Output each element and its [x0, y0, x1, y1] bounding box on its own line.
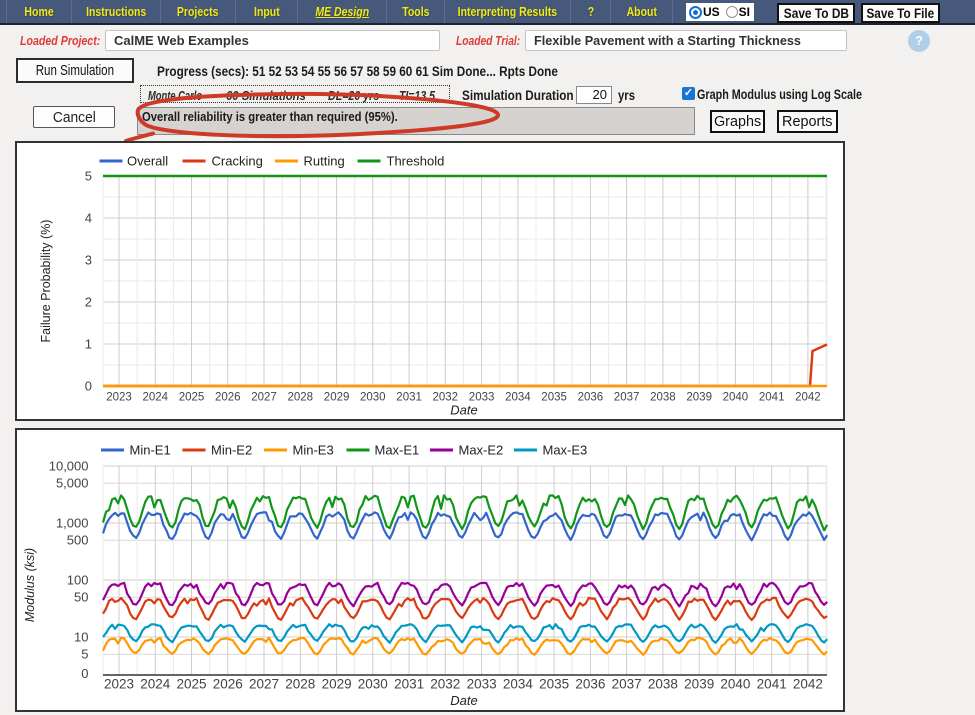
svg-text:2026: 2026: [213, 677, 243, 692]
svg-text:2023: 2023: [106, 392, 132, 404]
svg-text:Overall: Overall: [127, 154, 168, 169]
svg-text:2042: 2042: [795, 392, 821, 404]
svg-text:Min-E1: Min-E1: [130, 443, 171, 458]
svg-text:2039: 2039: [686, 392, 712, 404]
svg-text:Failure Probability (%): Failure Probability (%): [39, 220, 53, 343]
svg-text:3: 3: [85, 253, 92, 268]
svg-text:2030: 2030: [360, 392, 386, 404]
svg-text:2042: 2042: [793, 677, 823, 692]
svg-text:2041: 2041: [757, 677, 787, 692]
svg-text:1: 1: [85, 337, 92, 352]
svg-text:2037: 2037: [614, 392, 640, 404]
svg-text:Date: Date: [450, 403, 477, 418]
svg-text:2027: 2027: [249, 677, 279, 692]
svg-text:100: 100: [67, 573, 89, 588]
svg-text:2035: 2035: [541, 392, 567, 404]
svg-text:2038: 2038: [650, 392, 676, 404]
svg-text:2039: 2039: [684, 677, 714, 692]
svg-text:0: 0: [81, 666, 88, 681]
svg-text:10,000: 10,000: [49, 459, 89, 474]
svg-text:2032: 2032: [430, 677, 460, 692]
svg-text:Max-E3: Max-E3: [543, 443, 588, 458]
svg-text:2028: 2028: [288, 392, 314, 404]
svg-text:2033: 2033: [467, 677, 497, 692]
svg-text:Min-E2: Min-E2: [211, 443, 252, 458]
svg-text:Max-E1: Max-E1: [375, 443, 420, 458]
svg-text:2024: 2024: [143, 392, 169, 404]
svg-text:2036: 2036: [575, 677, 605, 692]
svg-text:2023: 2023: [104, 677, 134, 692]
svg-text:2037: 2037: [612, 677, 642, 692]
svg-text:4: 4: [85, 211, 92, 226]
svg-text:2025: 2025: [179, 392, 205, 404]
svg-text:Date: Date: [450, 693, 477, 708]
svg-text:2036: 2036: [578, 392, 604, 404]
svg-text:0: 0: [85, 379, 92, 394]
svg-text:2024: 2024: [140, 677, 171, 692]
svg-text:2028: 2028: [285, 677, 315, 692]
svg-text:2030: 2030: [358, 677, 388, 692]
svg-text:10: 10: [74, 630, 88, 645]
svg-text:2041: 2041: [759, 392, 785, 404]
svg-text:Threshold: Threshold: [387, 154, 445, 169]
svg-text:2040: 2040: [720, 677, 750, 692]
svg-text:Rutting: Rutting: [304, 154, 345, 169]
svg-text:Cracking: Cracking: [212, 154, 263, 169]
svg-text:5,000: 5,000: [56, 476, 89, 491]
svg-text:Modulus (ksi): Modulus (ksi): [23, 548, 37, 622]
svg-text:2034: 2034: [503, 677, 534, 692]
svg-text:50: 50: [74, 590, 88, 605]
svg-text:500: 500: [67, 533, 89, 548]
svg-text:2031: 2031: [394, 677, 424, 692]
svg-text:2038: 2038: [648, 677, 678, 692]
svg-text:5: 5: [85, 169, 92, 184]
svg-text:2025: 2025: [176, 677, 206, 692]
svg-text:2029: 2029: [324, 392, 350, 404]
svg-text:2027: 2027: [251, 392, 277, 404]
svg-text:2: 2: [85, 295, 92, 310]
svg-text:1,000: 1,000: [56, 516, 89, 531]
svg-text:Min-E3: Min-E3: [293, 443, 334, 458]
svg-text:Max-E2: Max-E2: [459, 443, 504, 458]
svg-text:2034: 2034: [505, 392, 531, 404]
svg-text:2026: 2026: [215, 392, 241, 404]
svg-text:5: 5: [81, 647, 88, 662]
svg-text:2035: 2035: [539, 677, 569, 692]
svg-text:2029: 2029: [322, 677, 352, 692]
svg-text:2040: 2040: [723, 392, 749, 404]
svg-text:2031: 2031: [396, 392, 422, 404]
